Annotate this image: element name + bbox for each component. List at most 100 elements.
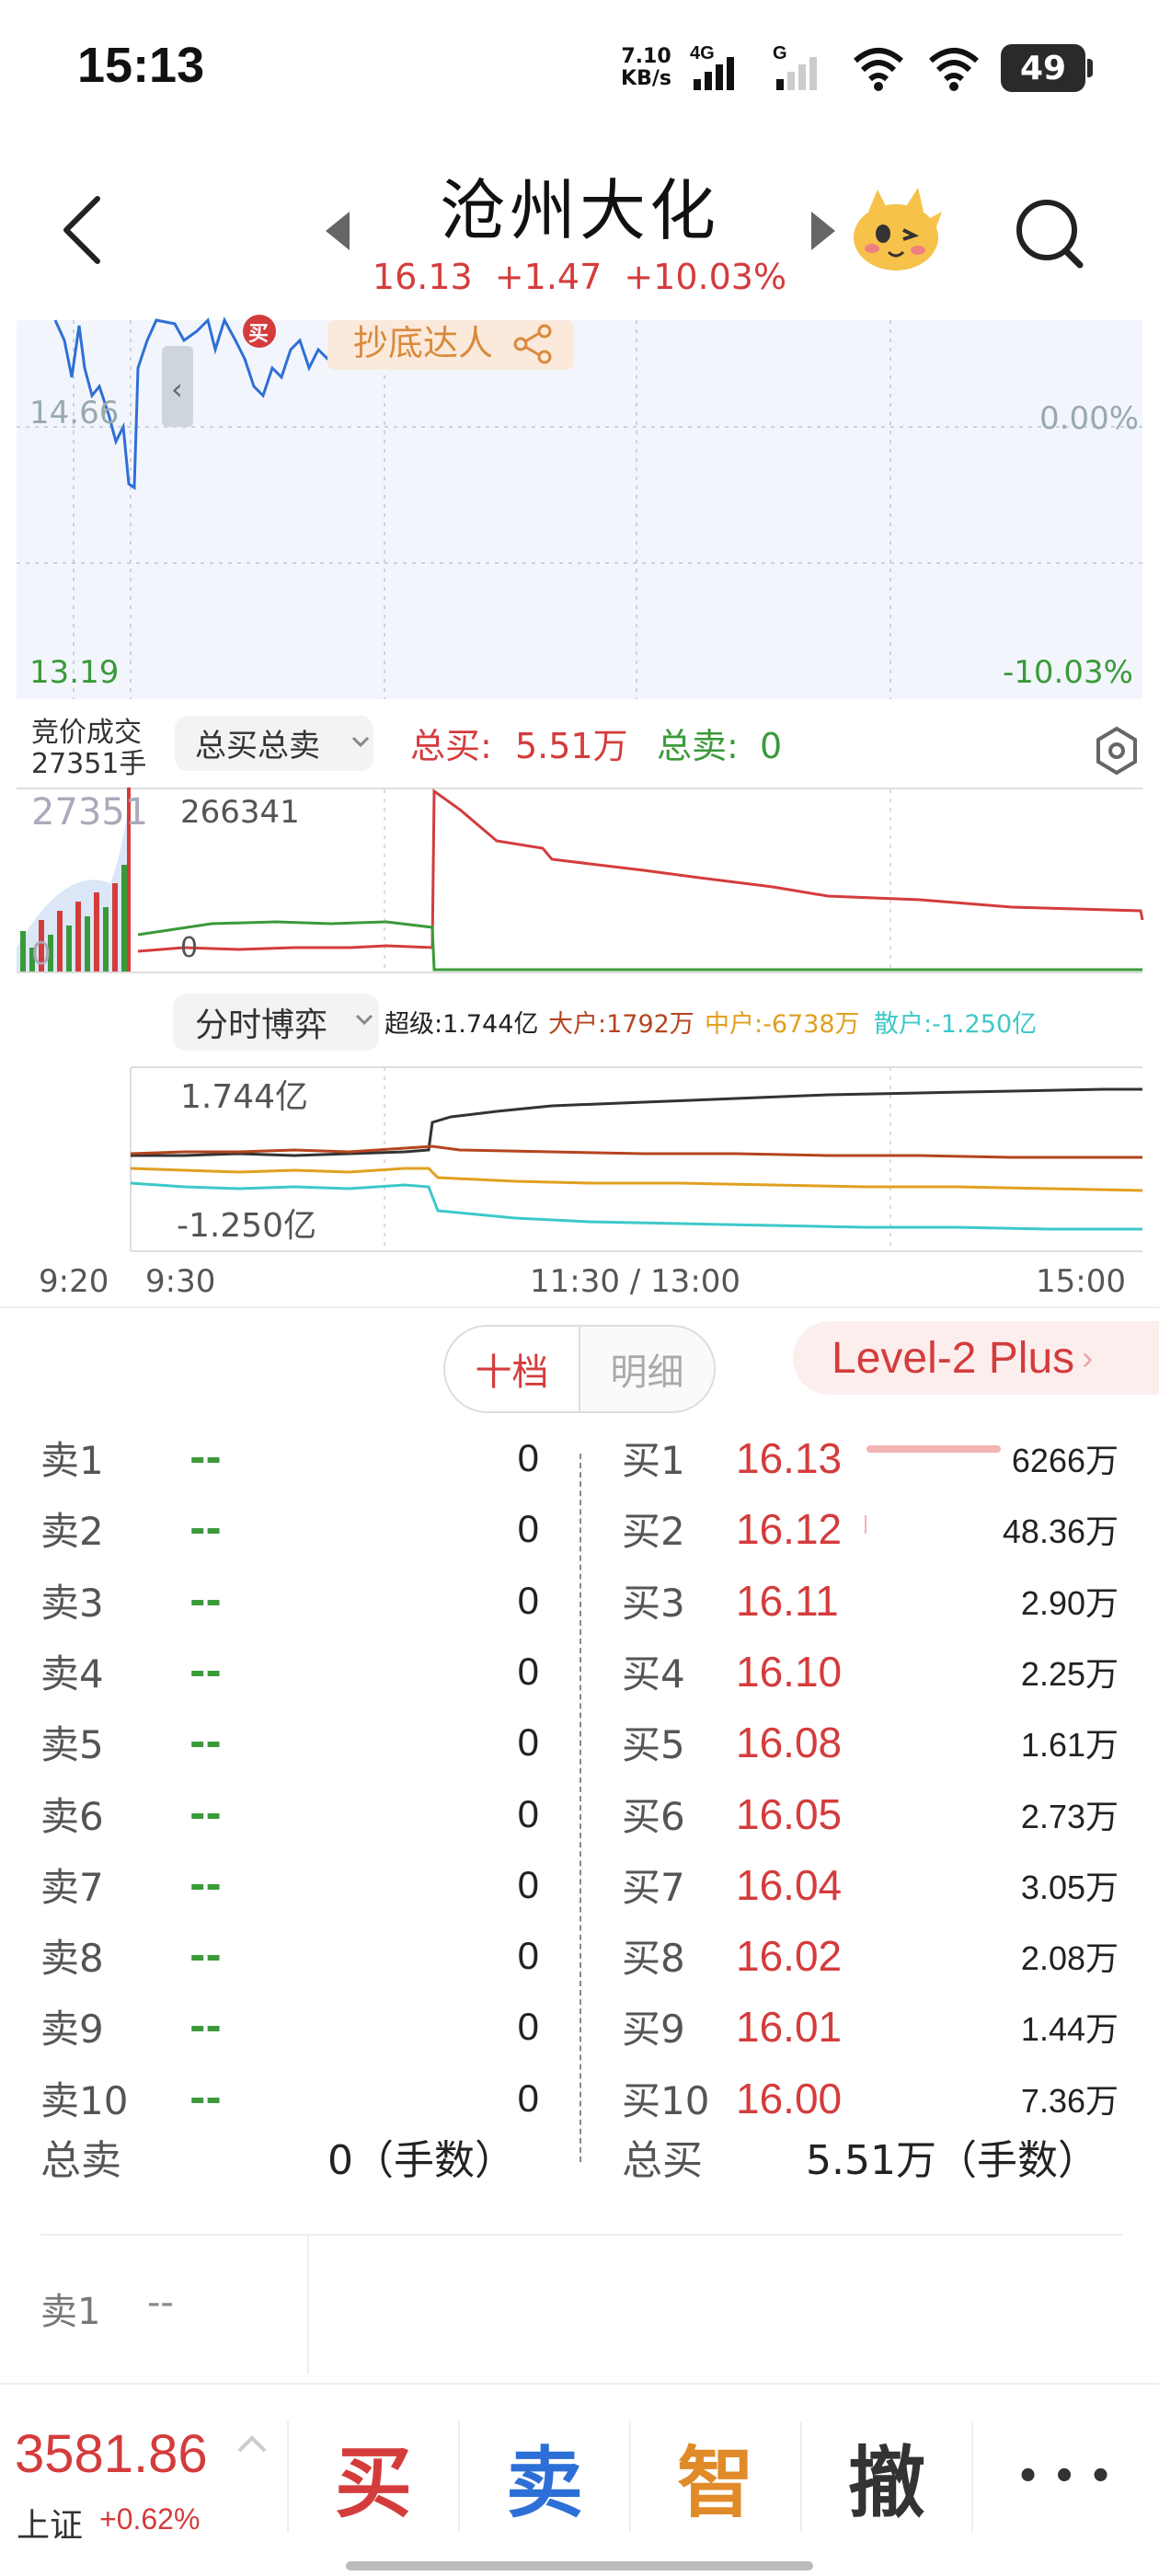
flow-axis-top: 1.744亿 <box>180 1078 308 1116</box>
buy-level-price: 16.05 <box>736 1789 843 1838</box>
buy-level-row[interactable]: 买6 16.05 2.73万 <box>580 1778 1159 1849</box>
sell-level-row[interactable]: 卖2 -- 0 <box>0 1493 580 1564</box>
buy-level-price: 16.02 <box>736 1931 843 1980</box>
sell-level-row[interactable]: 卖10 -- 0 <box>0 2063 580 2133</box>
pct-mid-label: 0.00% <box>1039 400 1139 437</box>
buy-level-label: 买10 <box>622 2078 710 2123</box>
sell-level-volume: 0 <box>517 1435 539 1479</box>
buy-button[interactable]: 买 <box>287 2421 458 2532</box>
stock-price: 16.13 <box>372 257 473 297</box>
sell-level-row[interactable]: 卖4 -- 0 <box>0 1636 580 1707</box>
home-indicator[interactable] <box>346 2561 813 2570</box>
title-block: 沧州大化 16.13 +1.47 +10.03% <box>331 156 828 297</box>
chart-svg[interactable]: ‹ 买 抄底达人 14.66 0.00% 13.19 -10.03% 竞价成交 … <box>0 313 1159 1306</box>
tab-detail[interactable]: 明细 <box>580 1327 714 1411</box>
status-time: 15:13 <box>77 38 205 93</box>
sell-level-row[interactable]: 卖7 -- 0 <box>0 1849 580 1920</box>
buy-level-price: 16.08 <box>736 1718 843 1766</box>
sell-level-label: 卖5 <box>40 1722 104 1767</box>
book-divider <box>580 1454 581 2162</box>
buy-level-row[interactable]: 买10 16.00 7.36万 <box>580 2063 1159 2133</box>
buy-level-row[interactable]: 买3 16.11 2.90万 <box>580 1565 1159 1636</box>
buy-level-row[interactable]: 买7 16.04 3.05万 <box>580 1849 1159 1920</box>
tab-ten-levels[interactable]: 十档 <box>445 1327 580 1411</box>
stock-name: 沧州大化 <box>439 172 719 249</box>
sell-level-volume: 0 <box>517 1933 539 1977</box>
smart-button[interactable]: 智 <box>629 2421 800 2532</box>
buy-level-volume: 2.73万 <box>1020 1797 1119 1835</box>
sell-level-volume: 0 <box>517 2004 539 2048</box>
signal-4g-label: 4G <box>690 43 715 63</box>
chart-area: ‹ 买 抄底达人 14.66 0.00% 13.19 -10.03% 竞价成交 … <box>0 313 1159 1306</box>
total-buy-label: 总买: <box>410 726 492 766</box>
game-selector-label[interactable]: 分时博弈 <box>195 1006 327 1044</box>
buy-level-row[interactable]: 买5 16.08 1.61万 <box>580 1707 1159 1777</box>
settings-icon[interactable] <box>1096 726 1137 776</box>
back-icon[interactable] <box>55 193 110 267</box>
sell-level-row[interactable]: 卖9 -- 0 <box>0 1991 580 2062</box>
stock-change-pct: +10.03% <box>624 257 787 297</box>
level2-plus-button[interactable]: Level-2 Plus › <box>793 1321 1159 1395</box>
sell-level-price: -- <box>189 1933 222 1978</box>
next-arrow-icon[interactable] <box>808 210 839 252</box>
sell-button[interactable]: 卖 <box>458 2421 629 2532</box>
buy-level-row[interactable]: 买9 16.01 1.44万 <box>580 1991 1159 2062</box>
total-sell-label: 总卖: <box>657 726 739 766</box>
cancel-button[interactable]: 撤 <box>800 2421 971 2532</box>
game-mid-label: 中户:-6738万 <box>705 1010 860 1039</box>
chevron-up-icon[interactable] <box>235 2432 269 2455</box>
mascot-icon[interactable] <box>846 184 946 276</box>
buy-level-label: 买8 <box>622 1936 685 1981</box>
buy-level-volume: 6266万 <box>1011 1441 1119 1479</box>
index-value[interactable]: 3581.86 <box>15 2423 208 2485</box>
buy-level-price: 16.04 <box>736 1860 843 1909</box>
detail-separator <box>307 2236 309 2374</box>
sell-level-row[interactable]: 卖1 -- 0 <box>0 1422 580 1493</box>
more-button[interactable]: • • • <box>971 2421 1155 2532</box>
buy-level-volume: 2.90万 <box>1020 1583 1119 1622</box>
total-buy-label: 总买 <box>622 2137 703 2184</box>
status-bar: 15:13 7.10 KB/s 4G G 49 <box>0 0 1159 138</box>
book-tabs: 十档 明细 <box>443 1325 716 1413</box>
auction-selector-label[interactable]: 总买总卖 <box>195 728 320 765</box>
time-label-1500: 15:00 <box>1036 1263 1126 1300</box>
sell-level-label: 卖4 <box>40 1651 104 1696</box>
buy-level-row[interactable]: 买2 16.12 48.36万 <box>580 1493 1159 1564</box>
sell-level-row[interactable]: 卖6 -- 0 <box>0 1778 580 1849</box>
stock-change: +1.47 <box>494 257 602 297</box>
sell-level-price: -- <box>189 2004 222 2049</box>
search-icon[interactable] <box>1012 195 1089 272</box>
buy-level-row[interactable]: 买8 16.02 2.08万 <box>580 1920 1159 1991</box>
sell-level-row[interactable]: 卖8 -- 0 <box>0 1920 580 1991</box>
buy-marker-label: 买 <box>248 323 269 346</box>
detail-label: 卖1 <box>40 2291 101 2333</box>
buy-level-label: 买5 <box>622 1722 685 1767</box>
total-sell-value: 0（手数） <box>327 2137 515 2184</box>
buy-level-row[interactable]: 买4 16.10 2.25万 <box>580 1636 1159 1707</box>
sell-level-price: -- <box>189 1578 222 1623</box>
chevron-right-icon: › <box>1082 1339 1094 1376</box>
sell-level-volume: 0 <box>517 1649 539 1693</box>
sell-level-price: -- <box>189 1862 222 1907</box>
buy-level-volume: 1.61万 <box>1020 1725 1119 1764</box>
buy-level-label: 买1 <box>622 1438 685 1483</box>
auction-label-line1: 竞价成交 <box>31 717 142 749</box>
sell-level-row[interactable]: 卖3 -- 0 <box>0 1565 580 1636</box>
time-label-0920: 9:20 <box>39 1263 109 1300</box>
vol-mid-label: 266341 <box>180 794 300 831</box>
vol-left-label: 27351 <box>31 791 148 834</box>
signal-4g-icon: 4G <box>690 43 734 90</box>
buy-level-row[interactable]: 买1 16.13 6266万 <box>580 1422 1159 1493</box>
sell-level-row[interactable]: 卖5 -- 0 <box>0 1707 580 1777</box>
sell-level-label: 卖7 <box>40 1865 104 1910</box>
buy-level-price: 16.12 <box>736 1504 843 1553</box>
sell-level-volume: 0 <box>517 2076 539 2120</box>
total-sell-value: 0 <box>760 726 782 766</box>
price-low-label: 13.19 <box>29 654 119 691</box>
total-sell-label: 总卖 <box>40 2137 121 2184</box>
buy-level-volume: 7.36万 <box>1020 2081 1119 2120</box>
sell-level-volume: 0 <box>517 1578 539 1622</box>
sell-level-price: -- <box>189 1435 222 1480</box>
collapse-arrow-icon[interactable]: ‹ <box>171 372 183 407</box>
sell-level-price: -- <box>189 1791 222 1836</box>
